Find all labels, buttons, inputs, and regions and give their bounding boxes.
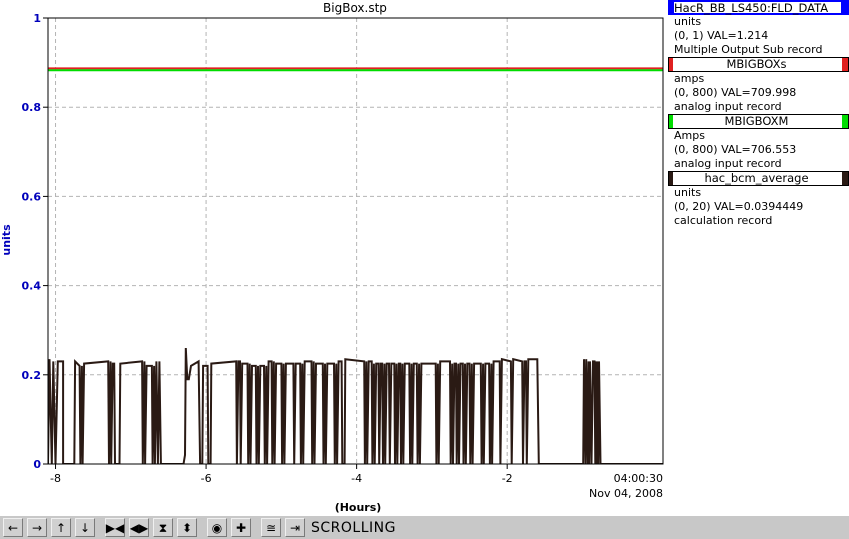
legend-item-name[interactable]: MBIGBOXs [668,57,849,72]
legend-name-text: MBIGBOXs [726,58,787,71]
expand-vertical-icon: ⧗ [158,520,168,535]
x-tick-label: -2 [502,472,513,485]
x-tick-label: -8 [50,472,61,485]
scroll-up-button[interactable]: ↑ [51,518,71,537]
resume-scroll-icon: ⇥ [289,520,301,535]
legend-record: Multiple Output Sub record [674,43,823,56]
autoscale-icon: ≅ [265,520,277,535]
scroll-left-icon: ← [7,520,19,535]
expand-horizontal-button[interactable]: ▶◀ [105,518,125,537]
legend-range: (0, 1) VAL=1.214 [674,29,769,42]
compress-vertical-icon: ⬍ [181,520,193,535]
legend-item[interactable]: HacR_BB_LS450:FLD_DATA units (0, 1) VAL=1.… [668,0,849,57]
legend-item[interactable]: MBIGBOXM Amps (0, 800) VAL=706.553 analog i… [668,114,849,171]
legend-color-swatch [669,58,673,71]
compress-horizontal-button[interactable]: ◀▶ [129,518,149,537]
zoom-out-button[interactable]: ◉ [207,518,227,537]
legend-units: amps [674,72,705,85]
end-time-label: 04:00:30 [614,472,663,485]
zoom-out-icon: ◉ [211,520,223,535]
plot-frame [47,17,664,465]
grid [48,18,664,464]
scroll-left-button[interactable]: ← [3,518,23,537]
y-tick-label: 0 [33,458,41,471]
legend-item[interactable]: MBIGBOXs amps (0, 800) VAL=709.998 analog i… [668,57,849,114]
y-tick-label: 1 [33,12,41,25]
end-date-label: Nov 04, 2008 [589,487,663,500]
legend-item-name[interactable]: hac_bcm_average [668,171,849,186]
legend-name-text: MBIGBOXM [724,115,789,128]
expand-horizontal-icon: ▶◀ [105,520,125,535]
x-axis-label: (Hours) [335,501,382,514]
scroll-status-label: SCROLLING [311,519,396,536]
scroll-down-icon: ↓ [79,520,91,535]
legend-record: calculation record [674,214,773,227]
legend-color-swatch [669,172,673,185]
legend: HacR_BB_LS450:FLD_DATA units (0, 1) VAL=1.… [668,0,849,228]
y-tick-label: 0.2 [22,369,42,382]
y-axis-label: units [0,224,13,256]
legend-color-swatch [842,115,848,128]
autoscale-button[interactable]: ≅ [261,518,281,537]
x-tick-label: -6 [201,472,212,485]
compress-horizontal-icon: ◀▶ [129,520,149,535]
legend-units: units [674,15,702,28]
resume-scroll-button[interactable]: ⇥ [285,518,305,537]
expand-vertical-button[interactable]: ⧗ [153,518,173,537]
legend-item-name[interactable]: HacR_BB_LS450:FLD_DATA [668,0,849,15]
series-line-hac-bcm-average [48,347,663,464]
compress-vertical-button[interactable]: ⬍ [177,518,197,537]
legend-color-swatch [669,115,673,128]
scroll-up-icon: ↑ [55,520,67,535]
scroll-down-button[interactable]: ↓ [75,518,95,537]
plot-area: BigBox.stp units (Hours) 04:00:30 Nov 04… [0,1,664,514]
scroll-right-icon: → [31,520,43,535]
zoom-in-button[interactable]: ✚ [231,518,251,537]
scroll-right-button[interactable]: → [27,518,47,537]
legend-range: (0, 800) VAL=709.998 [674,86,797,99]
legend-color-swatch [842,58,848,71]
y-tick-label: 0.8 [22,101,42,114]
legend-record: analog input record [674,157,782,170]
zoom-in-icon: ✚ [235,520,247,535]
legend-color-swatch [842,172,848,185]
y-tick-label: 0.6 [22,190,42,203]
legend-name-text: HacR_BB_LS450:FLD_DATA [674,2,829,15]
legend-item-name[interactable]: MBIGBOXM [668,114,849,129]
toolbar: ← → ↑ ↓ ▶◀ ◀▶ ⧗ ⬍ ◉ ✚ ≅ ⇥ SCROLLING [0,515,849,539]
legend-color-swatch [841,2,847,13]
legend-name-text: hac_bcm_average [704,172,809,185]
legend-range: (0, 800) VAL=706.553 [674,143,797,156]
y-tick-label: 0.4 [22,280,42,293]
legend-color-swatch [670,2,674,13]
x-tick-label: -4 [351,472,362,485]
legend-range: (0, 20) VAL=0.0394449 [674,200,804,213]
chart-title: BigBox.stp [323,1,387,15]
legend-units: Amps [674,129,705,142]
legend-item[interactable]: hac_bcm_average units (0, 20) VAL=0.039444… [668,171,849,228]
legend-units: units [674,186,702,199]
legend-record: analog input record [674,100,782,113]
series-group [48,67,663,464]
